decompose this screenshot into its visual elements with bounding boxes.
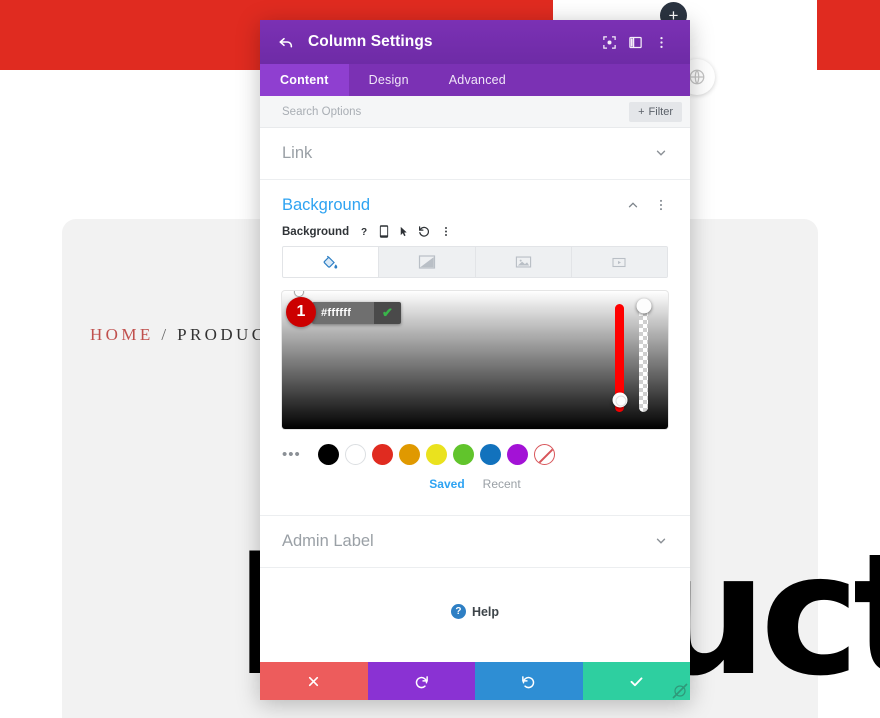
search-input[interactable] [282,105,630,118]
redo-button[interactable] [475,662,583,700]
close-icon [309,676,319,686]
undo-icon [415,675,428,688]
swatch-green[interactable] [453,444,474,465]
modal-header: Column Settings [260,20,690,64]
video-icon [612,257,626,267]
more-vertical-icon[interactable] [654,198,668,214]
plus-icon: + [638,105,645,118]
swatch-red[interactable] [372,444,393,465]
palette-tabs: Saved Recent [260,477,690,491]
background-field-row: Background ? [260,225,690,246]
section-background-title: Background [282,196,371,214]
breadcrumb: HOME / PRODUCT [90,325,280,345]
filter-button-label: Filter [648,105,673,118]
swatch-white[interactable] [345,444,366,465]
tab-design[interactable]: Design [349,64,429,96]
alpha-slider[interactable] [636,298,651,412]
column-settings-modal: Column Settings Content Design Advanced … [260,20,690,700]
swatch-yellow[interactable] [426,444,447,465]
undo-button[interactable] [367,662,475,700]
modal-title: Column Settings [308,33,433,50]
color-picker: #ffffff ✔ 1 [282,291,668,429]
background-type-color[interactable] [283,247,380,277]
more-vertical-icon[interactable] [440,225,452,238]
image-icon [515,256,531,268]
ellipsis-icon[interactable]: ••• [282,447,312,462]
modal-footer [260,662,690,700]
help-label: Help [471,604,500,619]
background-type-video[interactable] [571,247,667,277]
check-icon[interactable]: ✔ [374,302,401,324]
color-swatch-row: ••• [282,444,668,465]
hover-cursor-icon[interactable] [398,225,409,238]
accordion-link-label: Link [282,144,313,162]
top-banner-right [817,0,880,70]
globe-icon [689,69,705,85]
swatch-orange[interactable] [399,444,420,465]
breadcrumb-separator: / [161,325,170,344]
tab-advanced[interactable]: Advanced [429,64,526,96]
swatch-purple[interactable] [507,444,528,465]
layout-columns-icon[interactable] [622,29,648,55]
modal-body-spacer [260,619,690,662]
background-type-gradient[interactable] [379,247,476,277]
alpha-slider-handle[interactable] [636,298,651,314]
back-arrow-icon[interactable] [278,34,294,50]
help-button[interactable]: ? Help [260,568,690,619]
accordion-link[interactable]: Link [260,128,690,180]
palette-tab-saved[interactable]: Saved [429,477,464,491]
help-icon[interactable]: ? [358,225,370,238]
question-mark-icon: ? [450,604,466,619]
search-row: + Filter [260,96,690,128]
background-field-label: Background [282,225,350,238]
saturation-pointer[interactable] [295,291,303,296]
swatch-black[interactable] [318,444,339,465]
svg-text:?: ? [361,227,367,238]
modal-tab-bar: Content Design Advanced [260,64,690,96]
section-background-header[interactable]: Background [260,180,690,225]
breadcrumb-home[interactable]: HOME [90,325,154,344]
hex-input-chip: #ffffff ✔ [312,302,401,324]
step-badge-1: 1 [286,297,316,327]
gradient-icon [418,255,435,269]
hue-slider[interactable] [612,304,627,412]
paint-bucket-icon [323,255,338,269]
resize-handle[interactable] [672,683,688,699]
swatch-blue[interactable] [480,444,501,465]
filter-button[interactable]: + Filter [629,101,682,122]
check-icon [630,676,643,686]
reset-icon[interactable] [418,225,431,238]
background-type-image[interactable] [475,247,572,277]
chevron-down-icon [654,146,668,162]
cancel-button[interactable] [260,662,368,700]
accordion-admin-label[interactable]: Admin Label [260,516,690,568]
swatch-none[interactable] [534,444,555,465]
chevron-down-icon [654,534,668,550]
fullscreen-icon[interactable] [596,29,622,55]
tab-content[interactable]: Content [260,64,349,96]
palette-tab-recent[interactable]: Recent [483,477,521,491]
hex-input[interactable]: #ffffff [312,302,374,324]
background-type-tabs [282,246,668,278]
more-vertical-icon[interactable] [648,29,674,55]
responsive-icon[interactable] [379,225,389,238]
section-background: Background Background ? #ffffff ✔ 1 ••• … [260,180,690,516]
redo-icon [522,675,535,688]
hue-slider-handle[interactable] [612,392,627,408]
chevron-up-icon[interactable] [626,198,640,214]
accordion-admin-label-text: Admin Label [282,532,374,550]
